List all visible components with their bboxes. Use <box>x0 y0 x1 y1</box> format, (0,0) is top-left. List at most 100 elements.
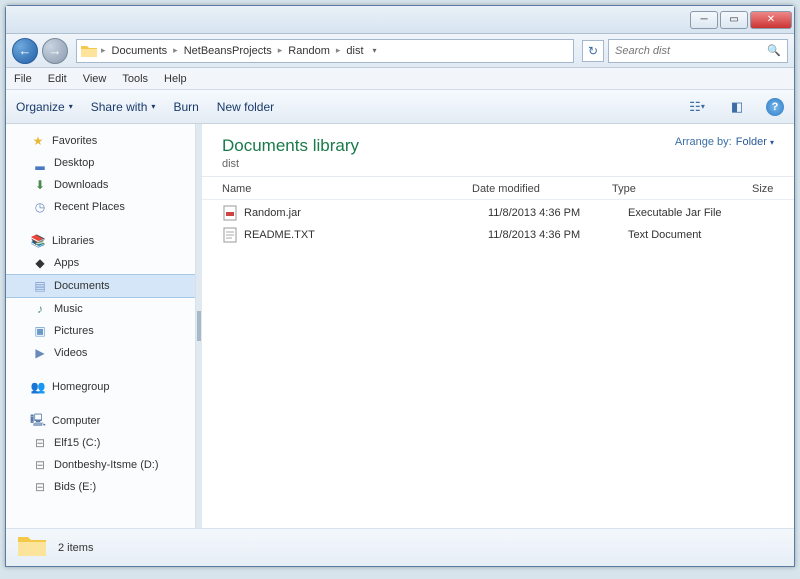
desktop-icon: ▂ <box>32 155 48 171</box>
txt-icon <box>222 227 238 243</box>
sidebar-item-label: Bids (E:) <box>54 481 96 493</box>
share-button[interactable]: Share with ▾ <box>91 100 156 114</box>
search-box[interactable]: 🔍 <box>608 39 788 63</box>
breadcrumb-item[interactable]: Random <box>286 45 332 57</box>
chevron-right-icon: ▸ <box>173 45 178 56</box>
arrange-by: Arrange by: Folder ▾ <box>675 136 774 148</box>
documents-icon: ▤ <box>32 278 48 294</box>
sidebar-item-drive-e[interactable]: ⊟ Bids (E:) <box>6 476 195 498</box>
arrange-dropdown[interactable]: Folder ▾ <box>736 136 774 148</box>
star-icon: ★ <box>30 133 46 149</box>
column-size[interactable]: Size <box>752 183 774 195</box>
sidebar-item-desktop[interactable]: ▂ Desktop <box>6 152 195 174</box>
menu-help[interactable]: Help <box>164 73 187 85</box>
drive-icon: ⊟ <box>32 457 48 473</box>
homegroup-icon: 👥 <box>30 379 46 395</box>
drive-icon: ⊟ <box>32 435 48 451</box>
recent-icon: ◷ <box>32 199 48 215</box>
sidebar-item-label: Dontbeshy-Itsme (D:) <box>54 459 159 471</box>
new-folder-button[interactable]: New folder <box>217 100 274 114</box>
menu-view[interactable]: View <box>83 73 107 85</box>
explorer-body: ★ Favorites ▂ Desktop ⬇Downloads ◷ Recent … <box>6 124 794 528</box>
status-bar: 2 items <box>6 528 794 566</box>
nav-bar: ← → ▸ Documents ▸ NetBeansProjects ▸ Ran… <box>6 34 794 68</box>
library-subtitle: dist <box>222 158 359 170</box>
sidebar-item-downloads[interactable]: ⬇Downloads <box>6 174 195 196</box>
forward-button[interactable]: → <box>42 38 68 64</box>
breadcrumb-item[interactable]: dist <box>344 45 365 57</box>
view-options-button[interactable]: ☷ ▾ <box>686 97 708 117</box>
menu-file[interactable]: File <box>14 73 32 85</box>
back-button[interactable]: ← <box>12 38 38 64</box>
column-headers: Name Date modified Type Size <box>202 177 794 200</box>
sidebar-item-label: Downloads <box>54 179 108 191</box>
apps-icon: ◆ <box>32 255 48 271</box>
folder-icon <box>81 43 97 59</box>
file-item[interactable]: Random.jar 11/8/2013 4:36 PM Executable … <box>202 202 794 224</box>
drive-icon: ⊟ <box>32 479 48 495</box>
chevron-right-icon: ▸ <box>101 45 106 56</box>
sidebar-item-label: Desktop <box>54 157 94 169</box>
minimize-button[interactable]: ─ <box>690 11 718 29</box>
sidebar-libraries-header[interactable]: 📚 Libraries <box>6 230 195 252</box>
file-item[interactable]: README.TXT 11/8/2013 4:36 PM Text Docume… <box>202 224 794 246</box>
file-type: Executable Jar File <box>628 207 768 219</box>
sidebar-item-drive-c[interactable]: ⊟Elf15 (C:) <box>6 432 195 454</box>
preview-pane-button[interactable]: ◧ <box>726 97 748 117</box>
organize-button[interactable]: Organize ▾ <box>16 100 73 114</box>
search-input[interactable] <box>615 45 767 57</box>
sidebar-item-apps[interactable]: ◆ Apps <box>6 252 195 274</box>
title-bar: ─ ▭ ✕ <box>6 6 794 34</box>
breadcrumb-item[interactable]: Documents <box>110 45 170 57</box>
sidebar-item-recent[interactable]: ◷ Recent Places <box>6 196 195 218</box>
chevron-right-icon: ▸ <box>336 45 341 56</box>
sidebar-item-label: Pictures <box>54 325 94 337</box>
file-list: Random.jar 11/8/2013 4:36 PM Executable … <box>202 200 794 528</box>
library-title: Documents library <box>222 136 359 156</box>
breadcrumb-dropdown[interactable]: ▾ <box>370 46 380 55</box>
music-icon: ♪ <box>32 301 48 317</box>
breadcrumb-item[interactable]: NetBeansProjects <box>182 45 274 57</box>
sidebar: ★ Favorites ▂ Desktop ⬇Downloads ◷ Recent … <box>6 124 196 528</box>
chevron-down-icon: ▾ <box>69 102 73 111</box>
sidebar-splitter[interactable] <box>196 124 202 528</box>
column-name[interactable]: Name <box>222 183 472 195</box>
menu-edit[interactable]: Edit <box>48 73 67 85</box>
arrange-label: Arrange by: <box>675 136 732 148</box>
chevron-down-icon: ▾ <box>151 102 155 111</box>
refresh-button[interactable]: ↻ <box>582 40 604 62</box>
breadcrumb[interactable]: ▸ Documents ▸ NetBeansProjects ▸ Random … <box>76 39 574 63</box>
help-button[interactable]: ? <box>766 98 784 116</box>
library-header: Documents library dist Arrange by: Folde… <box>202 124 794 177</box>
sidebar-item-label: Music <box>54 303 83 315</box>
sidebar-homegroup-header[interactable]: 👥 Homegroup <box>6 376 195 398</box>
sidebar-item-pictures[interactable]: ▣Pictures <box>6 320 195 342</box>
sidebar-item-videos[interactable]: ▶ Videos <box>6 342 195 364</box>
chevron-down-icon: ▾ <box>770 138 774 147</box>
sidebar-group-label: Homegroup <box>52 381 109 393</box>
folder-icon <box>18 534 46 562</box>
sidebar-favorites-header[interactable]: ★ Favorites <box>6 130 195 152</box>
file-type: Text Document <box>628 229 768 241</box>
menu-tools[interactable]: Tools <box>122 73 148 85</box>
sidebar-item-label: Recent Places <box>54 201 125 213</box>
sidebar-item-label: Apps <box>54 257 79 269</box>
videos-icon: ▶ <box>32 345 48 361</box>
column-date[interactable]: Date modified <box>472 183 612 195</box>
close-button[interactable]: ✕ <box>750 11 792 29</box>
sidebar-item-label: Videos <box>54 347 87 359</box>
search-icon: 🔍 <box>767 44 781 57</box>
column-type[interactable]: Type <box>612 183 752 195</box>
file-name: Random.jar <box>244 207 488 219</box>
sidebar-computer-header[interactable]: 🖳 Computer <box>6 410 195 432</box>
file-name: README.TXT <box>244 229 488 241</box>
sidebar-item-music[interactable]: ♪ Music <box>6 298 195 320</box>
libraries-icon: 📚 <box>30 233 46 249</box>
sidebar-item-documents[interactable]: ▤Documents <box>6 274 195 298</box>
sidebar-item-drive-d[interactable]: ⊟ Dontbeshy-Itsme (D:) <box>6 454 195 476</box>
jar-icon <box>222 205 238 221</box>
chevron-right-icon: ▸ <box>278 45 283 56</box>
burn-button[interactable]: Burn <box>173 100 198 114</box>
maximize-button[interactable]: ▭ <box>720 11 748 29</box>
sidebar-group-label: Libraries <box>52 235 94 247</box>
